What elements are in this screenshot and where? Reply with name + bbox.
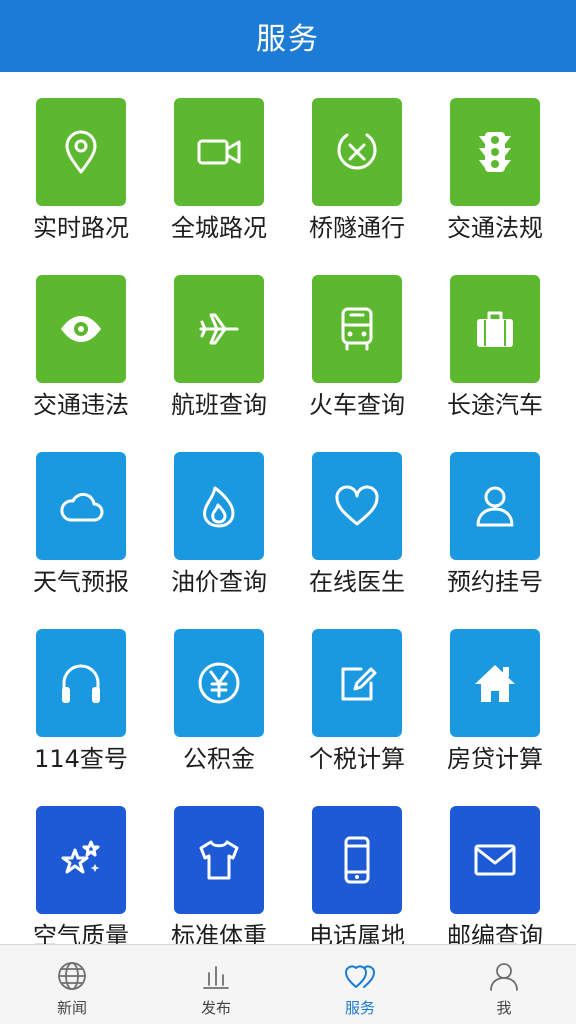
tab-user[interactable]: 我	[432, 945, 576, 1024]
app-header: 服务	[0, 0, 576, 72]
service-tile[interactable]	[450, 98, 540, 206]
stars-icon	[61, 840, 100, 874]
tab-label: 我	[496, 999, 512, 1017]
heart-icon	[335, 485, 379, 526]
service-item[interactable]: 标准体重	[150, 806, 288, 944]
service-label: 火车查询	[309, 391, 405, 419]
service-item[interactable]: 桥隧通行	[288, 98, 426, 275]
house-icon	[475, 665, 515, 702]
tab-label: 服务	[344, 999, 375, 1017]
service-label: 预约挂号	[447, 568, 543, 596]
service-tile[interactable]	[450, 629, 540, 737]
service-label: 空气质量	[33, 922, 129, 944]
service-item[interactable]: 火车查询	[288, 275, 426, 452]
airplane-icon	[199, 313, 239, 345]
cloud-icon	[60, 492, 104, 522]
service-label: 实时路况	[33, 214, 129, 242]
service-tile[interactable]	[450, 452, 540, 560]
service-tile[interactable]	[312, 452, 402, 560]
service-item[interactable]: 空气质量	[12, 806, 150, 944]
tshirt-icon	[199, 840, 239, 880]
tab-bar-chart[interactable]: 发布	[144, 945, 288, 1024]
luggage-icon	[477, 311, 513, 347]
bar-chart-icon	[203, 966, 229, 989]
service-tile[interactable]	[174, 275, 264, 383]
service-label: 电话属地	[309, 922, 405, 944]
service-label: 在线医生	[309, 568, 405, 596]
circle-x-icon	[337, 133, 377, 170]
service-item[interactable]: 油价查询	[150, 452, 288, 629]
double-heart-icon	[345, 965, 375, 988]
service-label: 航班查询	[171, 391, 267, 419]
service-tile[interactable]	[450, 275, 540, 383]
service-item[interactable]: 实时路况	[12, 98, 150, 275]
yuan-icon	[198, 662, 240, 704]
page-title: 服务	[256, 22, 320, 57]
service-label: 长途汽车	[447, 391, 543, 419]
service-label: 交通法规	[447, 214, 543, 242]
video-camera-icon	[197, 139, 241, 165]
service-item[interactable]: 114查号	[12, 629, 150, 806]
globe-icon	[58, 962, 86, 990]
tab-label: 新闻	[56, 999, 87, 1017]
traffic-light-icon	[479, 132, 511, 172]
bottom-tab-bar: 新闻 发布 服务 我	[0, 944, 576, 1024]
service-item[interactable]: 全城路况	[150, 98, 288, 275]
tab-globe[interactable]: 新闻	[0, 945, 144, 1024]
service-label: 邮编查询	[447, 922, 543, 944]
train-icon	[341, 307, 373, 351]
service-grid: 实时路况 全城路况 桥隧通行 交通法规交通违法 航班查询 火车查询 长途汽车天气预报 油价查询…	[0, 72, 576, 944]
service-label: 桥隧通行	[309, 214, 405, 242]
service-tile[interactable]	[312, 629, 402, 737]
headphones-icon	[62, 664, 100, 703]
service-label: 标准体重	[171, 922, 267, 944]
location-pin-icon	[65, 130, 97, 174]
service-label: 公积金	[183, 745, 255, 773]
service-item[interactable]: 交通法规	[426, 98, 564, 275]
service-tile[interactable]	[312, 275, 402, 383]
user-icon	[490, 963, 518, 991]
service-label: 交通违法	[33, 391, 129, 419]
service-tile[interactable]	[36, 98, 126, 206]
service-tile[interactable]	[174, 452, 264, 560]
service-tile[interactable]	[450, 806, 540, 914]
phone-icon	[344, 836, 370, 884]
service-label: 天气预报	[33, 568, 129, 596]
service-item[interactable]: 航班查询	[150, 275, 288, 452]
service-tile[interactable]	[36, 452, 126, 560]
service-item[interactable]: 房贷计算	[426, 629, 564, 806]
service-tile[interactable]	[174, 629, 264, 737]
service-tile[interactable]	[36, 275, 126, 383]
service-label: 油价查询	[171, 568, 267, 596]
service-item[interactable]: 邮编查询	[426, 806, 564, 944]
service-item[interactable]: 交通违法	[12, 275, 150, 452]
service-label: 全城路况	[171, 214, 267, 242]
service-label: 房贷计算	[447, 745, 543, 773]
service-item[interactable]: 个税计算	[288, 629, 426, 806]
service-tile[interactable]	[36, 806, 126, 914]
service-tile[interactable]	[312, 806, 402, 914]
service-item[interactable]: 天气预报	[12, 452, 150, 629]
service-item[interactable]: 预约挂号	[426, 452, 564, 629]
service-label: 个税计算	[309, 745, 405, 773]
flame-icon	[203, 486, 235, 528]
service-tile[interactable]	[312, 98, 402, 206]
service-item[interactable]: 电话属地	[288, 806, 426, 944]
service-grid-scroll[interactable]: 实时路况 全城路况 桥隧通行 交通法规交通违法 航班查询 火车查询 长途汽车天气预报 油价查询…	[0, 72, 576, 944]
eye-icon	[61, 316, 101, 342]
mail-icon	[474, 844, 516, 876]
tab-label: 发布	[200, 999, 231, 1017]
service-tile[interactable]	[174, 98, 264, 206]
service-tile[interactable]	[36, 629, 126, 737]
edit-icon	[341, 667, 377, 701]
service-item[interactable]: 在线医生	[288, 452, 426, 629]
person-icon	[476, 486, 514, 527]
tab-double-heart[interactable]: 服务	[288, 945, 432, 1024]
service-item[interactable]: 长途汽车	[426, 275, 564, 452]
service-item[interactable]: 公积金	[150, 629, 288, 806]
service-tile[interactable]	[174, 806, 264, 914]
service-label: 114查号	[34, 745, 128, 773]
